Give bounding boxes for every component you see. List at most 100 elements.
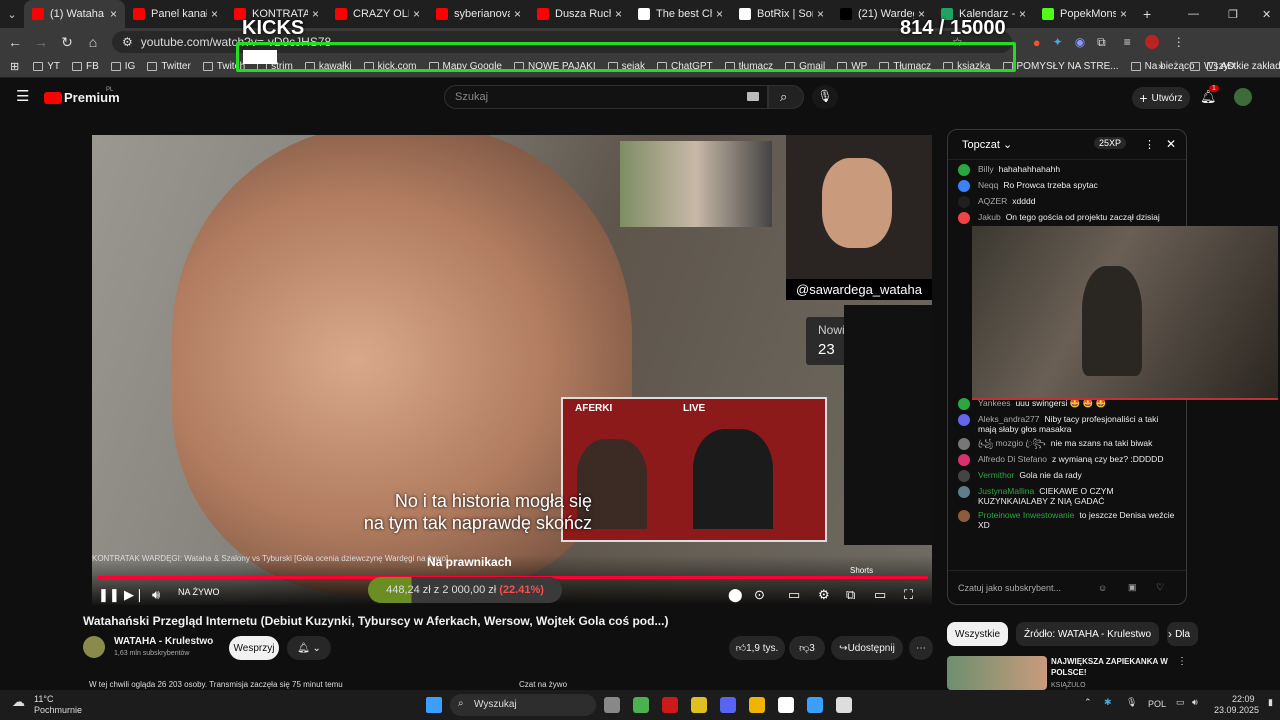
extension-icon[interactable]: ◉ (1075, 35, 1085, 49)
keyboard-icon[interactable] (747, 92, 759, 101)
taskbar-app-icon[interactable] (749, 697, 765, 713)
window-minimize-button[interactable]: — (1188, 8, 1199, 20)
search-input[interactable]: Szukaj (444, 85, 768, 109)
volume-tray-icon[interactable]: 🔊︎ (1192, 697, 1198, 708)
chat-author[interactable]: Alfredo Di Stefano (978, 454, 1047, 464)
super-chat-icon[interactable]: ▣ (1128, 582, 1137, 593)
chat-input[interactable]: Czatuj jako subskrybent... ☺ ▣ ♡ (948, 570, 1186, 604)
menu-icon[interactable]: ⋮ (1173, 35, 1185, 49)
browser-tab[interactable]: BotRix | Sortec × (731, 0, 832, 28)
notification-bell-button[interactable]: 🔔︎ ⌄ (287, 636, 331, 660)
filter-chip[interactable]: Wszystkie (947, 622, 1008, 646)
taskbar-app-icon[interactable] (633, 697, 649, 713)
volume-icon[interactable]: 🔊︎ (152, 587, 160, 603)
all-bookmarks-folder[interactable]: Wszystkie zakładki (1190, 61, 1280, 72)
home-icon[interactable]: ⌂ (82, 34, 104, 50)
hamburger-menu-icon[interactable]: ☰ (16, 87, 29, 105)
browser-tab[interactable]: (1) Wataha × (24, 0, 125, 28)
pause-icon[interactable]: ❚❚ (98, 587, 120, 603)
youtube-logo-icon[interactable] (44, 92, 62, 104)
miniplayer-icon[interactable]: ⧉ (846, 587, 855, 603)
voice-search-button[interactable]: 🎙︎ (812, 85, 838, 109)
chat-author[interactable]: Vermithor (978, 470, 1014, 480)
browser-tab[interactable]: The best Chatb × (630, 0, 731, 28)
site-info-icon[interactable]: ⚙ (122, 35, 133, 49)
reload-icon[interactable]: ↻ (56, 34, 78, 51)
taskbar-app-icon[interactable] (691, 697, 707, 713)
extensions-puzzle-icon[interactable]: ⧉ (1097, 35, 1106, 50)
network-icon[interactable]: ▭ (1176, 697, 1185, 708)
chips-next-icon[interactable]: › (1168, 627, 1172, 641)
window-restore-button[interactable]: ❐ (1228, 8, 1238, 21)
taskbar-app-icon[interactable] (807, 697, 823, 713)
create-button[interactable]: + Utwórz (1132, 87, 1190, 109)
dislike-button[interactable]: 👎︎ 3 (789, 636, 825, 660)
chat-author[interactable]: JustynaMallina (978, 486, 1034, 496)
tab-close-icon[interactable]: × (312, 7, 319, 21)
autoplay-switch[interactable]: ⊙ (754, 587, 765, 603)
language-indicator[interactable]: POL (1148, 699, 1166, 709)
chat-close-icon[interactable]: ✕ (1166, 137, 1176, 151)
search-button[interactable]: ⌕ (768, 85, 804, 109)
taskbar-app-icon[interactable] (604, 697, 620, 713)
tab-close-icon[interactable]: × (716, 7, 723, 21)
chat-avatar[interactable] (958, 414, 970, 426)
tab-close-icon[interactable]: × (514, 7, 521, 21)
chat-mode-dropdown[interactable]: Topczat ⌄ (962, 138, 1012, 151)
share-button[interactable]: ↪ Udostępnij (831, 636, 903, 660)
video-player[interactable]: @sawardega_wataha Nowi wspierający23 AFE… (92, 135, 932, 605)
taskbar-app-icon[interactable] (836, 697, 852, 713)
tab-close-icon[interactable]: × (615, 7, 622, 21)
like-button[interactable]: 👍︎ 1,9 tys. (729, 636, 785, 660)
profile-avatar[interactable] (1144, 35, 1159, 49)
bookmark-item[interactable]: Twitter (147, 61, 191, 72)
forward-icon[interactable]: → (30, 34, 52, 50)
start-button-icon[interactable] (426, 697, 442, 713)
next-icon[interactable]: ▶❘ (124, 587, 145, 603)
xp-badge[interactable]: 25XP (1094, 137, 1127, 149)
new-tab-button[interactable]: + (1143, 6, 1151, 22)
browser-tab[interactable]: syberianova - × (428, 0, 529, 28)
tab-close-icon[interactable]: × (1120, 7, 1127, 21)
chat-avatar[interactable] (958, 196, 970, 208)
window-close-button[interactable]: ✕ (1262, 8, 1271, 21)
taskbar-app-icon[interactable] (720, 697, 736, 713)
chat-avatar[interactable] (958, 180, 970, 192)
browser-tab[interactable]: PopekMonster × (1034, 0, 1135, 28)
media-control-icon[interactable]: ≡ (1124, 35, 1131, 49)
channel-name[interactable]: WATAHA - Krulestwo (114, 636, 213, 647)
tab-close-icon[interactable]: × (1019, 7, 1026, 21)
more-actions-button[interactable]: ⋯ (909, 636, 933, 660)
live-chat-tab[interactable]: Czat na żywo (519, 680, 567, 689)
bookmark-item[interactable]: FB (72, 61, 99, 72)
tray-overflow-icon[interactable]: ⌃ (1084, 697, 1092, 708)
tab-close-icon[interactable]: × (211, 7, 218, 21)
chat-avatar[interactable] (958, 212, 970, 224)
chat-more-icon[interactable]: ⋮ (1144, 138, 1155, 151)
recommended-video[interactable]: NAJWIĘKSZA ZAPIEKANKA W POLSCE! KSIĄŻULO… (947, 654, 1187, 694)
clock-time[interactable]: 22:09 (1232, 694, 1255, 704)
tab-close-icon[interactable]: × (110, 7, 117, 21)
bookmark-item[interactable]: POMYSŁY NA STRE... (1002, 61, 1119, 72)
bookmark-item[interactable]: IG (110, 61, 135, 72)
live-indicator[interactable]: NA ŻYWO (178, 587, 220, 597)
fullscreen-icon[interactable]: ⛶ (904, 587, 913, 603)
back-icon[interactable]: ← (4, 34, 26, 50)
browser-tab[interactable]: Panel kanału - × (125, 0, 226, 28)
account-avatar[interactable] (1234, 88, 1252, 106)
chat-author[interactable]: Aleks_andra277 (978, 414, 1039, 424)
tab-close-icon[interactable]: × (817, 7, 824, 21)
chat-avatar[interactable] (958, 470, 970, 482)
extension-icon[interactable]: ● (1033, 35, 1041, 50)
theater-mode-icon[interactable]: ▭ (874, 587, 886, 603)
taskbar-app-icon[interactable] (778, 697, 794, 713)
mic-tray-icon[interactable]: 🎙︎ (1126, 697, 1137, 708)
channel-avatar[interactable] (83, 636, 105, 658)
chat-author[interactable]: AQZER (978, 196, 1007, 206)
settings-gear-icon[interactable]: ⚙ (818, 587, 830, 603)
chat-author[interactable]: Billy (978, 164, 994, 174)
autoplay-toggle[interactable]: ⬤ (728, 587, 743, 603)
tab-close-icon[interactable]: × (413, 7, 420, 21)
chat-author[interactable]: ꧁ꦿ mozgio ꦿ꧂ (978, 438, 1046, 448)
chat-avatar[interactable] (958, 438, 970, 450)
